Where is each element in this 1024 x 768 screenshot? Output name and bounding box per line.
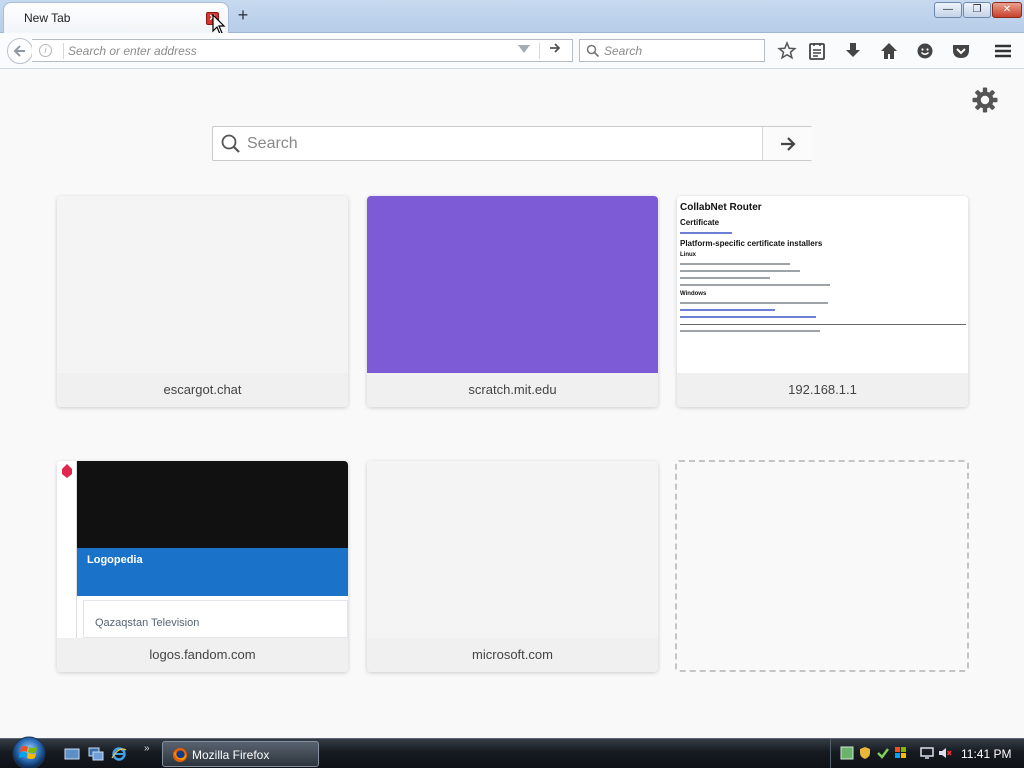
- tray-divider: [830, 739, 831, 768]
- gear-icon[interactable]: [972, 87, 998, 113]
- back-button[interactable]: [7, 38, 33, 64]
- preview-heading: Qazaqstan Television: [95, 617, 200, 629]
- hello-icon[interactable]: [914, 40, 936, 62]
- taskbar-firefox-button[interactable]: Mozilla Firefox: [162, 741, 319, 767]
- tile-label: microsoft.com: [367, 638, 658, 672]
- top-site-tile[interactable]: Logopedia Qazaqstan Television logos.fan…: [57, 461, 348, 672]
- preview-subheading: Windows: [680, 291, 707, 297]
- tab-new-tab[interactable]: New Tab ×: [3, 2, 229, 33]
- router-page-preview: CollabNet Router Certificate Platform-sp…: [680, 202, 966, 337]
- preview-sidebar: [57, 461, 77, 638]
- go-button[interactable]: [546, 41, 564, 59]
- preview-divider: [680, 324, 966, 325]
- download-icon[interactable]: [842, 40, 864, 62]
- new-tab-button[interactable]: +: [235, 5, 251, 25]
- bookmark-star-icon[interactable]: [776, 40, 798, 62]
- tile-label: logos.fandom.com: [57, 638, 348, 672]
- reading-list-icon[interactable]: [806, 40, 828, 62]
- start-button-icon[interactable]: [8, 735, 50, 768]
- preview-link-line: [680, 316, 816, 318]
- preview-logo-text: Logopedia: [87, 554, 143, 566]
- preview-heading: Certificate: [680, 218, 720, 227]
- top-site-tile[interactable]: scratch.mit.edu: [367, 196, 658, 407]
- system-clock[interactable]: 11:41 PM: [961, 747, 1011, 761]
- tile-label: scratch.mit.edu: [367, 373, 658, 407]
- address-separator: [539, 43, 540, 59]
- quicklaunch-chevron-icon[interactable]: »: [144, 743, 150, 754]
- volume-muted-icon[interactable]: [938, 746, 952, 760]
- preview-text-line: [680, 263, 790, 265]
- top-site-tile[interactable]: escargot.chat: [57, 196, 348, 407]
- empty-tile-placeholder[interactable]: [675, 460, 969, 672]
- address-separator: [63, 43, 64, 59]
- switch-windows-icon[interactable]: [88, 746, 104, 762]
- newtab-search-input[interactable]: [247, 133, 757, 155]
- check-icon[interactable]: [876, 746, 890, 760]
- preview-subheading: Linux: [680, 252, 696, 258]
- tile-thumbnail: Logopedia Qazaqstan Television: [57, 461, 348, 638]
- preview-text-line: [680, 270, 800, 272]
- taskbar-window-label: Mozilla Firefox: [192, 748, 270, 762]
- search-input[interactable]: [604, 42, 759, 59]
- home-icon[interactable]: [878, 40, 900, 62]
- preview-title: CollabNet Router: [680, 202, 762, 213]
- tile-thumbnail: [57, 196, 348, 373]
- back-icon: [13, 45, 25, 57]
- newtab-search-button[interactable]: [762, 127, 812, 160]
- taskbar: » Mozilla Firefox 11:41 PM: [0, 735, 1024, 768]
- tile-thumbnail: [367, 461, 658, 638]
- preview-link-line: [680, 309, 775, 311]
- navigation-toolbar: i: [0, 33, 1024, 69]
- fandom-logo-icon: [62, 464, 72, 478]
- preview-text-line: [680, 302, 828, 304]
- windows-update-icon[interactable]: [894, 746, 908, 760]
- tile-label: 192.168.1.1: [677, 373, 968, 407]
- firefox-icon: [173, 748, 187, 762]
- top-site-tile[interactable]: CollabNet Router Certificate Platform-sp…: [677, 196, 968, 407]
- window-maximize-button[interactable]: ❐: [963, 2, 991, 18]
- newtab-search-box[interactable]: [212, 126, 812, 161]
- preview-banner: [77, 461, 348, 548]
- search-bar[interactable]: [579, 39, 765, 62]
- tab-strip: New Tab × + — ❐ ✕: [0, 0, 1024, 35]
- search-icon: [221, 134, 240, 153]
- dropdown-icon[interactable]: [518, 45, 530, 53]
- address-bar[interactable]: i: [32, 39, 573, 62]
- tile-thumbnail: [367, 196, 658, 373]
- preview-text-line: [680, 330, 820, 332]
- shield-icon[interactable]: [858, 746, 872, 760]
- tile-label: escargot.chat: [57, 373, 348, 407]
- internet-explorer-icon[interactable]: [111, 746, 127, 762]
- pocket-icon[interactable]: [950, 40, 972, 62]
- monitor-icon[interactable]: [920, 746, 934, 760]
- top-site-tile[interactable]: microsoft.com: [367, 461, 658, 672]
- window-minimize-button[interactable]: —: [934, 2, 962, 18]
- search-icon: [586, 44, 600, 58]
- info-icon[interactable]: i: [39, 44, 52, 57]
- tab-title: New Tab: [24, 11, 71, 25]
- go-icon: [550, 43, 561, 53]
- network-icon[interactable]: [840, 746, 854, 760]
- preview-text-line: [680, 277, 770, 279]
- window-close-button[interactable]: ✕: [992, 2, 1022, 18]
- arrow-right-icon: [781, 137, 796, 151]
- preview-text-line: [680, 284, 830, 286]
- show-desktop-icon[interactable]: [64, 746, 80, 762]
- preview-heading: Platform-specific certificate installers: [680, 239, 823, 248]
- address-input[interactable]: [68, 42, 508, 59]
- tile-thumbnail: CollabNet Router Certificate Platform-sp…: [677, 196, 968, 373]
- preview-link-line: [680, 232, 732, 234]
- menu-icon[interactable]: [992, 40, 1014, 62]
